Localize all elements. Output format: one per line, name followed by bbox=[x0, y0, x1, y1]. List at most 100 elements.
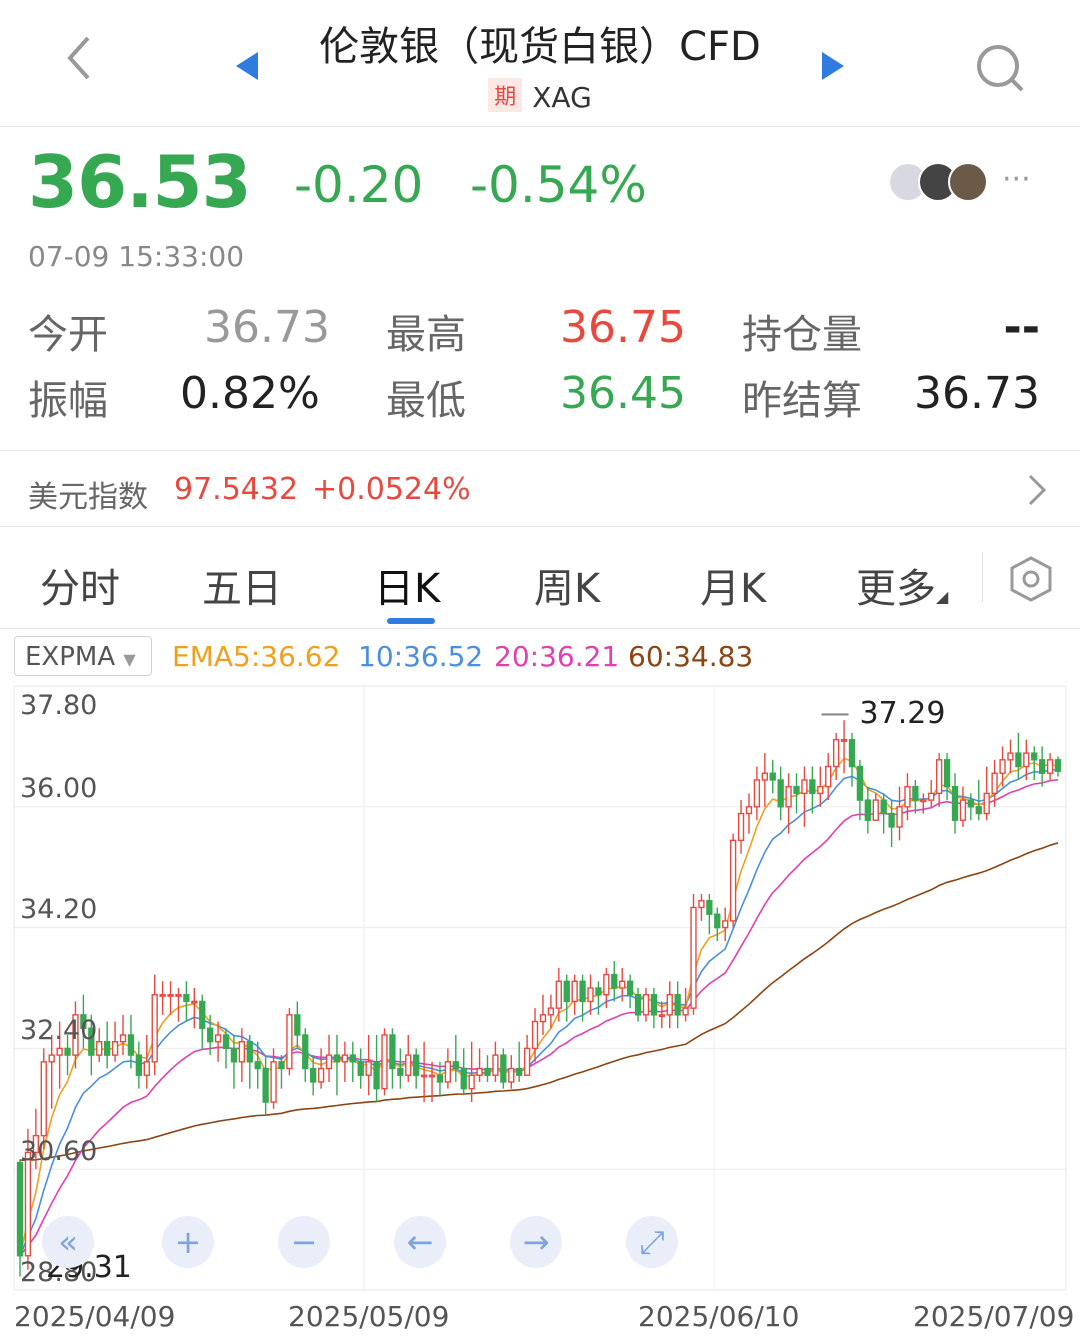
candle-body bbox=[809, 779, 816, 795]
plot-frame bbox=[13, 685, 1067, 1291]
candle-body bbox=[278, 1061, 285, 1070]
candle-body bbox=[373, 1061, 380, 1090]
candle-body bbox=[959, 799, 967, 821]
candle-body bbox=[729, 839, 737, 922]
y-tick-label: 37.80 bbox=[20, 690, 98, 721]
candle-body bbox=[714, 913, 721, 929]
dollar-index-row[interactable]: 美元指数 97.5432 +0.0524% bbox=[0, 452, 1080, 526]
candle-body bbox=[555, 980, 562, 1009]
stat-label-open-interest: 持仓量 bbox=[742, 312, 862, 358]
ema5-value: EMA5:36.62 bbox=[172, 640, 341, 673]
candle-body bbox=[286, 1014, 293, 1070]
indicator-select[interactable]: EXPMA ▼ bbox=[14, 636, 152, 676]
candle-body bbox=[214, 1034, 222, 1043]
y-tick-label: 36.00 bbox=[20, 773, 98, 804]
next-instrument-button[interactable] bbox=[820, 52, 844, 84]
y-tick-label: 34.20 bbox=[20, 894, 98, 925]
candle-body bbox=[666, 994, 673, 1016]
candle-body bbox=[238, 1040, 246, 1063]
candle-body bbox=[310, 1067, 317, 1083]
candle-body bbox=[135, 1054, 143, 1076]
more-button[interactable]: ··· bbox=[1002, 162, 1031, 197]
candle-body bbox=[40, 1061, 47, 1137]
pan-left-button[interactable]: ← bbox=[394, 1216, 446, 1268]
candle-body bbox=[840, 738, 848, 742]
candle-body bbox=[999, 759, 1006, 774]
candle-body bbox=[381, 1034, 388, 1090]
candle-body bbox=[476, 1067, 483, 1076]
zoom-in-button[interactable]: + bbox=[162, 1216, 214, 1268]
candle-body bbox=[1046, 759, 1054, 774]
tab-monthly-k[interactable]: 月K bbox=[700, 556, 766, 614]
last-price: 36.53 bbox=[28, 140, 252, 224]
tab-more[interactable]: 更多◢ bbox=[856, 556, 948, 614]
candle-body bbox=[793, 785, 800, 795]
candle-body bbox=[619, 980, 626, 989]
candle-body bbox=[143, 1061, 150, 1076]
candle-body bbox=[983, 792, 990, 815]
stat-value-open: 36.73 bbox=[204, 302, 330, 353]
candle-body bbox=[48, 1054, 55, 1063]
tab-weekly-k[interactable]: 周K bbox=[534, 556, 600, 614]
candle-body bbox=[24, 1151, 32, 1257]
dollar-index-label: 美元指数 bbox=[28, 480, 148, 515]
hexagon-settings-icon[interactable] bbox=[1008, 556, 1054, 602]
candle-body bbox=[397, 1067, 404, 1076]
candle-body bbox=[468, 1074, 475, 1090]
candle-body bbox=[737, 812, 745, 842]
candle-body bbox=[96, 1040, 103, 1056]
candle-body bbox=[484, 1067, 491, 1076]
candle-body bbox=[975, 806, 982, 815]
ema20-value: 20:36.21 bbox=[494, 640, 620, 673]
candle-body bbox=[832, 738, 840, 768]
candle-body bbox=[801, 779, 808, 795]
candle-body bbox=[777, 779, 784, 808]
follower-avatars[interactable] bbox=[888, 160, 992, 208]
candle-body bbox=[634, 994, 642, 1016]
stat-value-amplitude: 0.82% bbox=[180, 368, 320, 419]
indicator-select-value: EXPMA bbox=[25, 642, 116, 672]
x-tick-label: 2025/04/09 bbox=[14, 1300, 176, 1333]
candle-body bbox=[246, 1040, 253, 1063]
tab-five-day[interactable]: 五日 bbox=[202, 556, 282, 614]
tab-daily-k[interactable]: 日K bbox=[374, 556, 440, 614]
candle-body bbox=[111, 1040, 119, 1056]
divider bbox=[0, 628, 1080, 629]
quote-timestamp: 07-09 15:33:00 bbox=[28, 240, 245, 273]
candle-body bbox=[523, 1047, 531, 1076]
candle-body bbox=[642, 994, 650, 1016]
candle-body bbox=[722, 920, 729, 929]
candle-body bbox=[460, 1067, 467, 1090]
zoom-out-button[interactable]: − bbox=[278, 1216, 330, 1268]
ema60-line bbox=[19, 842, 1059, 1161]
symbol-row: 期 XAG bbox=[0, 78, 1080, 114]
candle-body bbox=[848, 738, 856, 768]
pan-right-button[interactable]: → bbox=[510, 1216, 562, 1268]
candle-body bbox=[127, 1034, 135, 1056]
candle-body bbox=[64, 1047, 71, 1056]
zoom-out-icon: − bbox=[290, 1223, 318, 1261]
stat-value-low: 36.45 bbox=[560, 368, 686, 419]
candle-body bbox=[436, 1074, 444, 1083]
candle-body bbox=[302, 1034, 309, 1070]
reset-view-button[interactable]: ⤢ bbox=[626, 1216, 678, 1268]
candle-body bbox=[317, 1067, 325, 1083]
candlestick-chart[interactable] bbox=[0, 680, 1080, 1300]
candle-body bbox=[745, 806, 753, 815]
candle-body bbox=[928, 792, 935, 801]
x-tick-label: 2025/05/09 bbox=[288, 1300, 450, 1333]
candle-body bbox=[896, 806, 903, 828]
candle-body bbox=[349, 1054, 356, 1063]
candle-body bbox=[516, 1067, 523, 1076]
candle-body bbox=[104, 1040, 111, 1056]
candle-body bbox=[935, 759, 943, 795]
candle-body bbox=[864, 799, 871, 821]
candle-body bbox=[872, 799, 879, 821]
candle-body bbox=[761, 772, 768, 781]
search-button[interactable] bbox=[974, 42, 1026, 98]
price-change-percent: -0.54% bbox=[470, 156, 647, 214]
tab-intraday[interactable]: 分时 bbox=[40, 556, 120, 614]
candle-body bbox=[785, 785, 792, 808]
scroll-to-start-button[interactable]: « bbox=[42, 1216, 94, 1268]
divider bbox=[0, 450, 1080, 451]
